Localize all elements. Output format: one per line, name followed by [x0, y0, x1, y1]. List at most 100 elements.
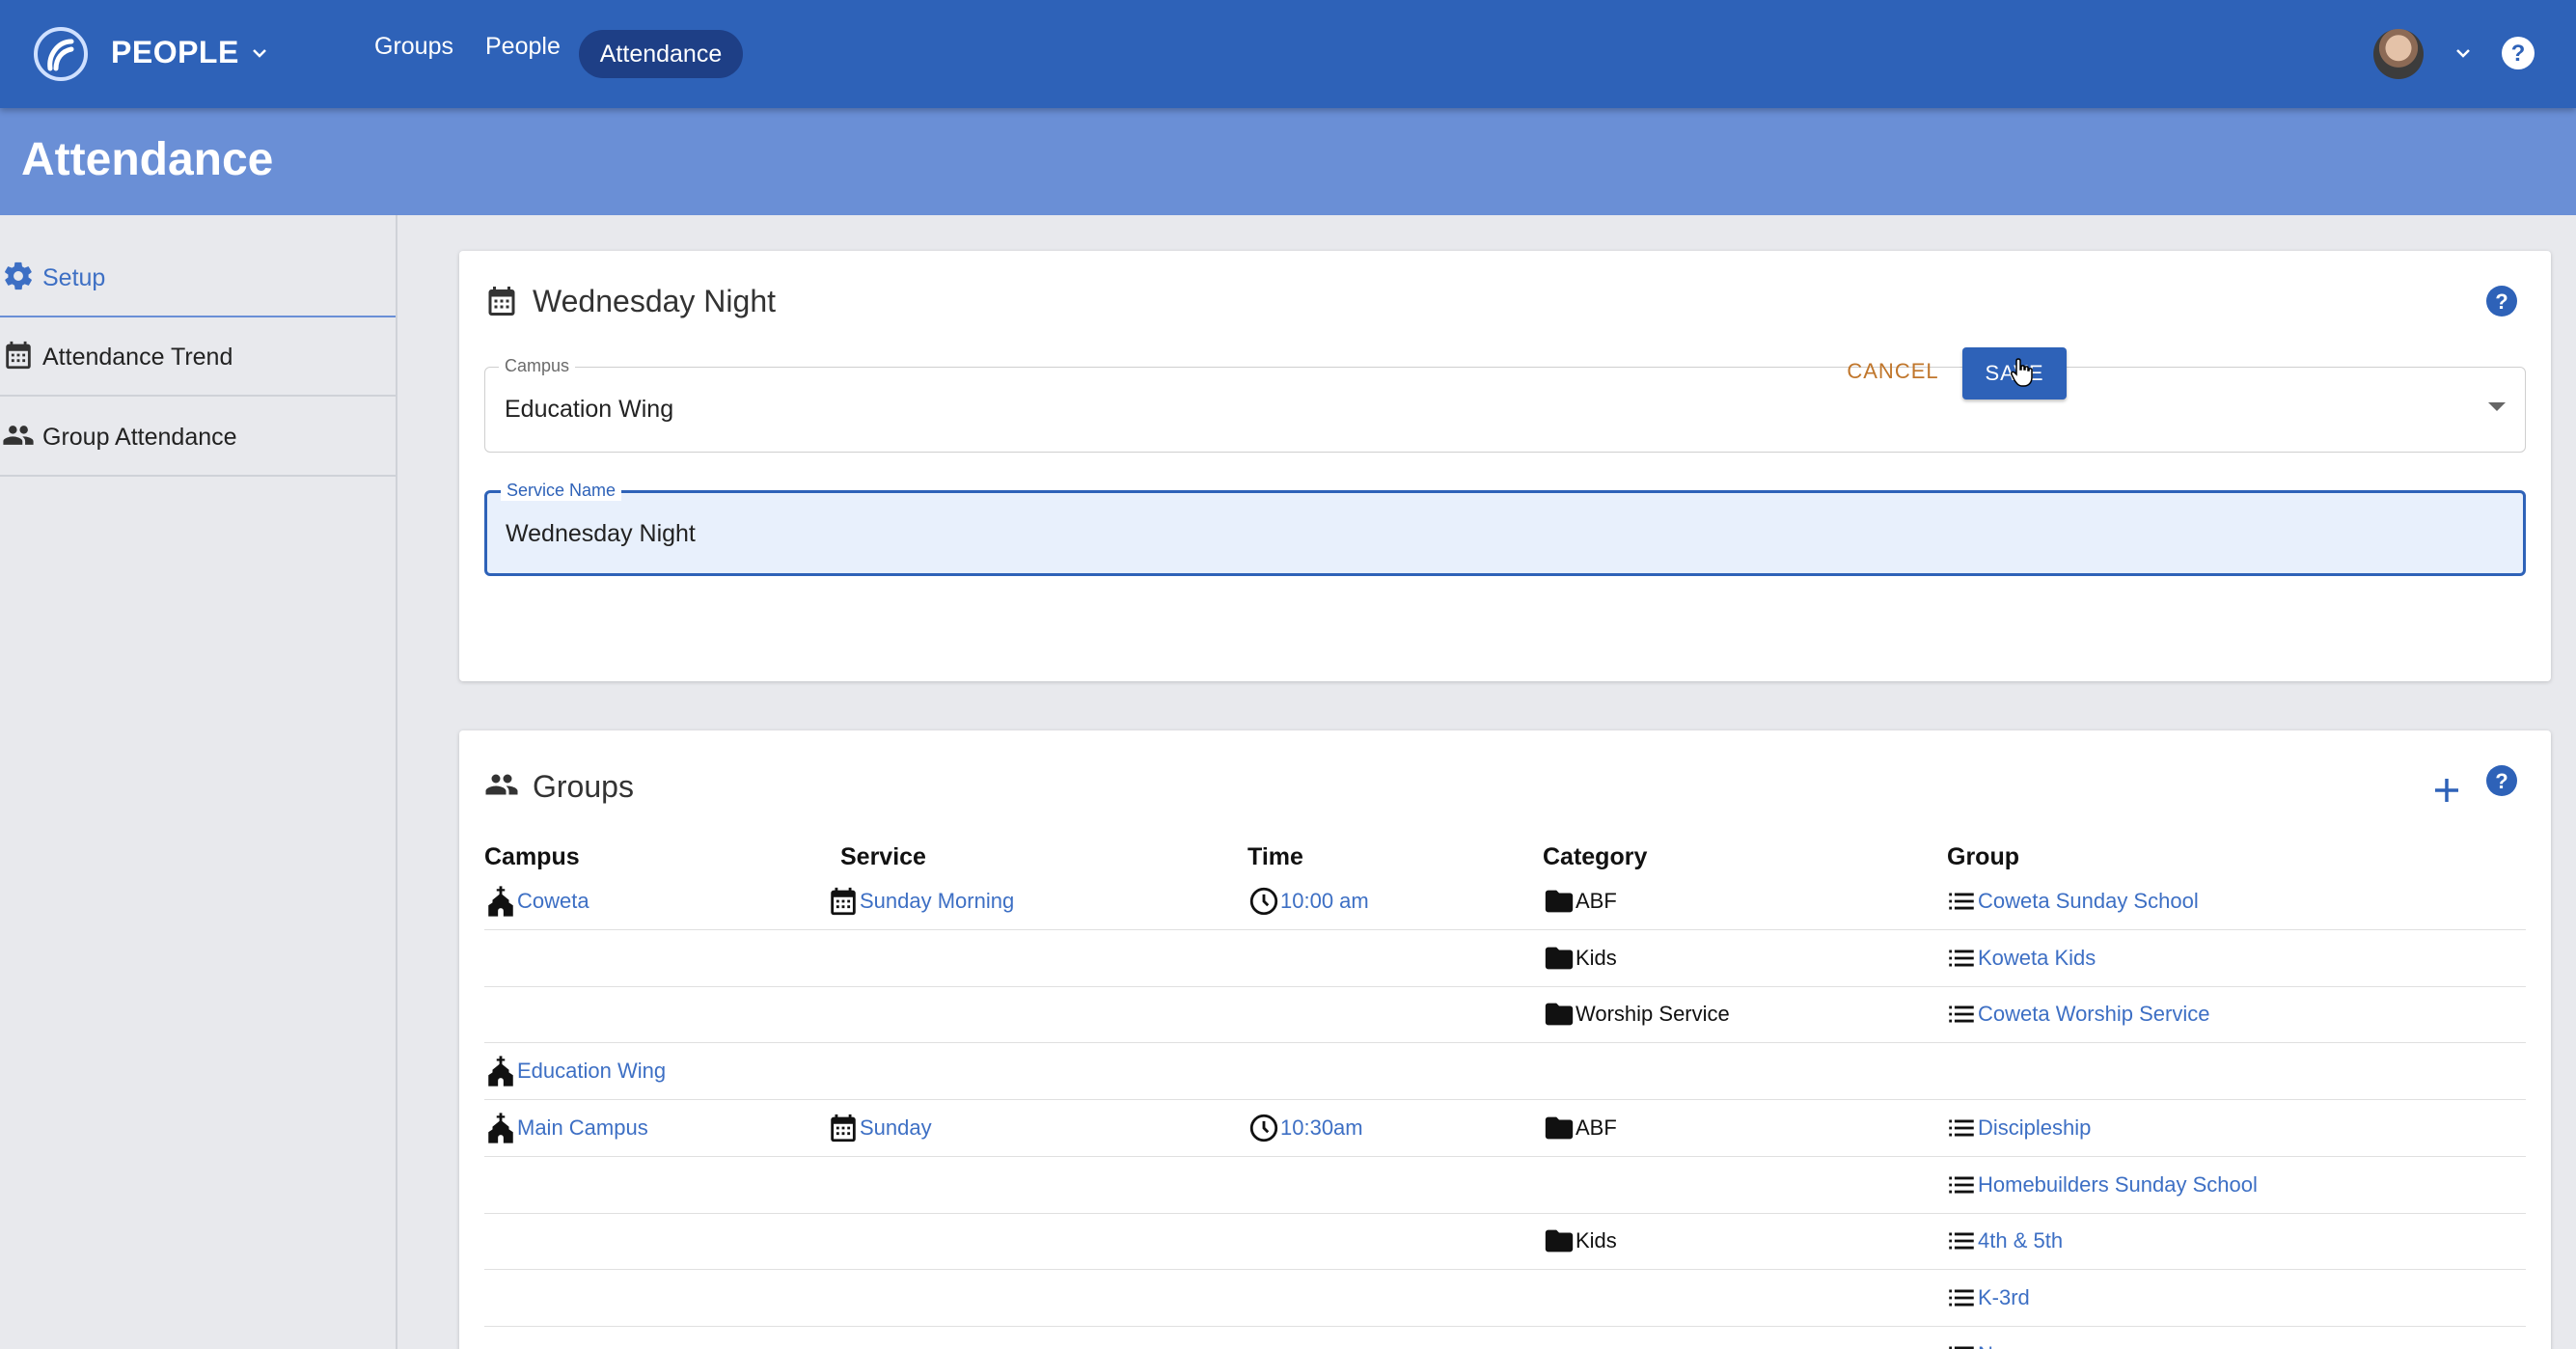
service-name-input[interactable]: Service Name Wednesday Night: [484, 481, 2526, 576]
table-row: Kids Koweta Kids: [484, 930, 2526, 987]
category-text: ABF: [1576, 1115, 1617, 1140]
group-cell: Homebuilders Sunday School: [1945, 1157, 2258, 1213]
group-cell: Coweta Worship Service: [1945, 986, 2209, 1042]
people-icon: [3, 426, 34, 445]
list-icon: [1949, 1119, 1974, 1137]
service-link[interactable]: Sunday Morning: [860, 889, 1014, 914]
nav-people[interactable]: People: [485, 33, 561, 61]
sidebar-item-label: Setup: [42, 264, 106, 291]
category-text: Kids: [1576, 1228, 1617, 1253]
group-cell: Discipleship: [1945, 1100, 2091, 1156]
campus-link[interactable]: Education Wing: [517, 1059, 666, 1084]
time-link[interactable]: 10:00 am: [1280, 889, 1369, 914]
help-icon[interactable]: ?: [2485, 285, 2518, 317]
group-link[interactable]: Homebuilders Sunday School: [1978, 1172, 2258, 1198]
table-row: N...: [484, 1327, 2526, 1349]
time-cell: 10:00 am: [1247, 873, 1369, 929]
plus-icon[interactable]: [2429, 773, 2464, 808]
calendar-icon: [831, 1114, 856, 1142]
group-link[interactable]: Koweta Kids: [1978, 946, 2096, 971]
user-avatar[interactable]: [2373, 29, 2424, 79]
group-cell: Coweta Sunday School: [1945, 873, 2199, 929]
service-cell: Sunday: [827, 1100, 932, 1156]
group-link[interactable]: 4th & 5th: [1978, 1228, 2063, 1253]
app-switcher-title[interactable]: PEOPLE: [111, 35, 239, 70]
category-text: Kids: [1576, 945, 1617, 970]
church-icon: [488, 886, 513, 917]
service-card: Wednesday Night ? Campus Education Wing …: [459, 251, 2551, 681]
folder-icon: [1545, 1116, 1574, 1140]
group-link[interactable]: Coweta Worship Service: [1978, 1002, 2209, 1027]
sidebar-item-setup[interactable]: Setup: [0, 238, 396, 317]
campus-select[interactable]: Campus Education Wing: [484, 356, 2526, 453]
service-name-label: Service Name: [501, 481, 622, 501]
campus-link[interactable]: Coweta: [517, 889, 589, 914]
category-cell: ABF: [1543, 873, 1617, 929]
svg-text:?: ?: [2495, 769, 2507, 793]
table-row: Homebuilders Sunday School: [484, 1157, 2526, 1214]
list-icon: [1949, 1346, 1974, 1349]
folder-icon: [1545, 1229, 1574, 1253]
help-icon[interactable]: ?: [2501, 36, 2535, 70]
sidebar-item-group-attendance[interactable]: Group Attendance: [0, 398, 396, 477]
column-header-time: Time: [1247, 843, 1303, 870]
page-header-band: [0, 108, 2576, 215]
time-link[interactable]: 10:30am: [1280, 1115, 1363, 1141]
groups-card: Groups ? Campus Service Time Category Gr…: [459, 730, 2551, 1349]
nav-attendance[interactable]: Attendance: [579, 30, 743, 78]
service-name-value: Wednesday Night: [506, 520, 696, 547]
chevron-down-icon[interactable]: [249, 42, 270, 64]
service-card-title: Wednesday Night: [533, 284, 776, 318]
group-link[interactable]: K-3rd: [1978, 1285, 2030, 1310]
cancel-button[interactable]: CANCEL: [1840, 352, 1946, 391]
group-link[interactable]: Coweta Sunday School: [1978, 889, 2199, 914]
list-icon: [1949, 1232, 1974, 1250]
time-cell: 10:30am: [1247, 1100, 1363, 1156]
campus-cell: Main Campus: [484, 1100, 648, 1156]
clock-icon: [1249, 1114, 1278, 1142]
svg-text:?: ?: [2511, 41, 2526, 67]
top-nav-bar: PEOPLE Groups People Attendance ?: [0, 0, 2576, 108]
folder-icon: [1545, 947, 1574, 970]
group-cell: Koweta Kids: [1945, 930, 2096, 986]
service-cell: Sunday Morning: [827, 873, 1014, 929]
clock-icon: [1249, 887, 1278, 916]
campus-link[interactable]: Main Campus: [517, 1115, 648, 1141]
category-cell: Worship Service: [1543, 986, 1730, 1042]
groups-card-title: Groups: [533, 769, 634, 804]
list-icon: [1949, 1289, 1974, 1307]
sidebar: Setup Attendance Trend Group Attendance: [0, 215, 397, 1349]
gear-icon: [5, 262, 32, 290]
calendar-icon: [831, 887, 856, 916]
column-header-service: Service: [840, 843, 926, 870]
table-row: Main Campus Sunday 10:30am ABF Discipleship: [484, 1100, 2526, 1157]
campus-cell: Coweta: [484, 873, 589, 929]
service-link[interactable]: Sunday: [860, 1115, 932, 1141]
group-cell: N...: [1945, 1327, 2011, 1349]
folder-icon: [1545, 1004, 1574, 1026]
column-header-group: Group: [1947, 843, 2019, 870]
help-icon[interactable]: ?: [2485, 764, 2518, 797]
campus-label: Campus: [499, 356, 576, 376]
people-icon: [485, 774, 518, 795]
category-text: Worship Service: [1576, 1002, 1730, 1027]
column-header-category: Category: [1543, 843, 1648, 870]
table-row: Education Wing: [484, 1043, 2526, 1101]
group-link[interactable]: N...: [1978, 1342, 2011, 1349]
table-row: K-3rd: [484, 1270, 2526, 1327]
chevron-down-icon[interactable]: [2453, 42, 2474, 64]
nav-groups[interactable]: Groups: [374, 33, 453, 61]
sidebar-item-attendance-trend[interactable]: Attendance Trend: [0, 317, 396, 397]
page-title: Attendance: [21, 134, 274, 185]
group-link[interactable]: Discipleship: [1978, 1115, 2091, 1141]
sidebar-item-label: Attendance Trend: [42, 344, 233, 371]
church-icon: [488, 1056, 513, 1087]
group-cell: K-3rd: [1945, 1270, 2030, 1326]
column-header-campus: Campus: [484, 843, 580, 870]
list-icon: [1949, 1176, 1974, 1193]
list-icon: [1949, 950, 1974, 967]
table-row: Coweta Sunday Morning 10:00 am ABF Coweta Su…: [484, 873, 2526, 930]
table-row: Kids 4th & 5th: [484, 1213, 2526, 1271]
app-logo-icon[interactable]: [33, 26, 89, 82]
sidebar-item-label: Group Attendance: [42, 424, 237, 451]
